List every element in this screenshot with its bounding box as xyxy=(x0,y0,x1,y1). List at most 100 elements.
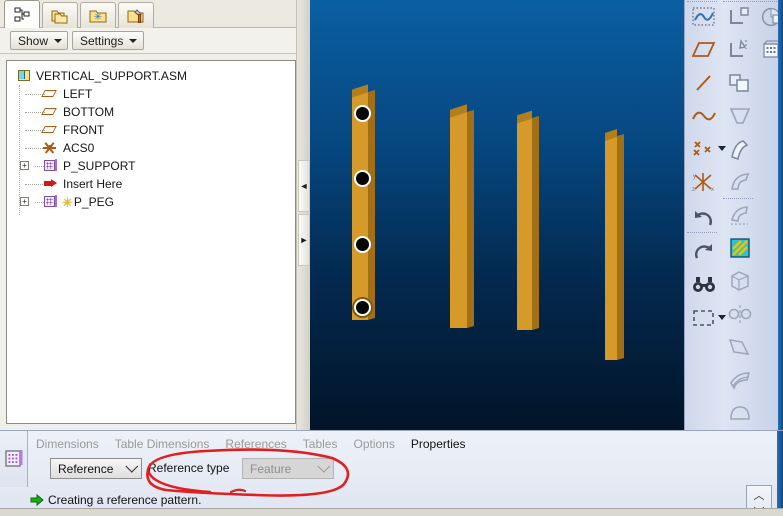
beam-face xyxy=(517,118,532,330)
beam-third[interactable] xyxy=(517,110,539,330)
coordinate-system-icon xyxy=(43,141,58,155)
show-button[interactable]: Show xyxy=(10,31,68,50)
tree-item-assembly[interactable]: VERTICAL_SUPPORT.ASM xyxy=(13,67,295,85)
beam-side xyxy=(467,109,474,328)
hole-icon[interactable] xyxy=(723,132,756,165)
peg-4[interactable] xyxy=(354,299,371,316)
coordinate-system-icon[interactable]: y z x xyxy=(687,165,720,198)
tree-item-label: ACS0 xyxy=(63,141,95,155)
beam-second[interactable] xyxy=(450,104,474,328)
tree-item-insert-here[interactable]: Insert Here xyxy=(13,175,295,193)
show-label: Show xyxy=(18,33,49,48)
tab-tables[interactable]: Tables xyxy=(303,437,338,451)
chamfer-icon[interactable] xyxy=(723,198,756,231)
chevron-down-icon xyxy=(129,38,138,43)
beam-side xyxy=(532,115,539,330)
blend-icon[interactable] xyxy=(723,99,756,132)
datum-plane-icon[interactable] xyxy=(687,33,720,66)
tab-properties[interactable]: Properties xyxy=(411,437,466,451)
datum-tool-column: y z x xyxy=(687,0,726,334)
expand-toggle[interactable]: + xyxy=(20,197,29,206)
svg-text:y: y xyxy=(693,174,696,180)
tree-item-left[interactable]: LEFT xyxy=(13,85,295,103)
peg-1[interactable] xyxy=(354,105,371,122)
assembly-icon xyxy=(17,69,32,83)
toolbar-divider xyxy=(687,1,717,2)
datum-axis-icon[interactable] xyxy=(687,66,720,99)
graphics-viewport[interactable] xyxy=(310,0,684,430)
tab-dimensions[interactable]: Dimensions xyxy=(36,437,99,451)
tree-item-label: P_PEG xyxy=(73,195,114,209)
spinner-up-button[interactable]: ︿ xyxy=(754,487,765,503)
tree-item-label: FRONT xyxy=(63,123,105,137)
tree-item-bottom[interactable]: BOTTOM xyxy=(13,103,295,121)
round-icon[interactable] xyxy=(723,165,756,198)
datum-point-icon[interactable] xyxy=(687,132,726,165)
pattern-icon[interactable] xyxy=(723,231,756,264)
svg-text:z: z xyxy=(692,187,695,193)
beam-face xyxy=(352,92,368,320)
viewport-scrollbar[interactable] xyxy=(778,0,783,430)
tree-item-label: BOTTOM xyxy=(63,105,115,119)
rib-icon[interactable] xyxy=(723,363,756,396)
favorites-tab[interactable]: ✳ xyxy=(80,2,116,28)
model-tree[interactable]: VERTICAL_SUPPORT.ASM LEFT BOTTOM FRONT A… xyxy=(6,60,296,424)
mirror-icon[interactable] xyxy=(723,297,756,330)
model-tree-icon xyxy=(14,7,30,21)
part-icon xyxy=(43,195,58,209)
expand-toggle[interactable]: + xyxy=(20,161,29,170)
dashboard-tab-strip: Dimensions Table Dimensions References T… xyxy=(36,435,466,453)
dashboard-feature-icon-cell xyxy=(0,431,28,487)
extrude-icon[interactable] xyxy=(723,0,756,33)
panel-tab-strip: ✳ xyxy=(0,0,310,28)
tab-references[interactable]: References xyxy=(225,437,286,451)
redo-icon[interactable] xyxy=(687,235,720,268)
toolbar-divider xyxy=(687,232,717,233)
settings-label: Settings xyxy=(80,33,124,48)
folder-browser-tab[interactable] xyxy=(42,2,78,28)
reference-type-value: Feature xyxy=(250,461,292,476)
collapse-left-button[interactable]: ◄ xyxy=(298,160,310,212)
shell-icon[interactable] xyxy=(723,264,756,297)
sweep-icon[interactable] xyxy=(723,66,756,99)
peg-2[interactable] xyxy=(354,170,371,187)
beam-patterned[interactable] xyxy=(352,84,375,320)
dome-icon[interactable] xyxy=(723,396,756,429)
chevron-down-icon xyxy=(125,460,139,473)
pattern-type-select[interactable]: Reference xyxy=(50,458,142,479)
datum-curve-icon[interactable] xyxy=(687,99,720,132)
tree-guide-line xyxy=(25,184,45,185)
panel-toolbar: Show Settings xyxy=(0,28,310,54)
reference-type-label: Reference type xyxy=(148,461,230,475)
tree-item-p-peg[interactable]: + ✳ P_PEG xyxy=(13,193,295,211)
find-icon[interactable] xyxy=(687,268,720,301)
beam-face xyxy=(605,136,617,360)
tree-guide-line xyxy=(25,148,45,149)
tree-item-acs0[interactable]: ACS0 xyxy=(13,139,295,157)
pattern-marker-icon: ✳ xyxy=(62,194,73,210)
folder-star-icon: ✳ xyxy=(89,10,107,23)
model-tree-tab[interactable] xyxy=(4,0,40,28)
svg-text:x: x xyxy=(711,187,714,193)
tab-options[interactable]: Options xyxy=(353,437,394,451)
toolbar-divider xyxy=(723,198,753,199)
panel-splitter[interactable]: ◄ ► xyxy=(296,0,310,430)
beam-fourth[interactable] xyxy=(605,129,624,360)
tab-table-dimensions[interactable]: Table Dimensions xyxy=(115,437,210,451)
beam-side xyxy=(368,89,375,320)
sketch-curve-icon[interactable] xyxy=(687,0,720,33)
collapse-right-button[interactable]: ► xyxy=(298,214,310,266)
draft-icon[interactable] xyxy=(723,330,756,363)
folder-hammer-icon xyxy=(127,8,144,23)
reference-type-select: Feature xyxy=(242,458,334,479)
beam-side xyxy=(617,133,624,360)
tree-item-label: LEFT xyxy=(63,87,93,101)
peg-3[interactable] xyxy=(354,236,371,253)
selection-box-icon[interactable] xyxy=(687,301,726,334)
tree-item-p-support[interactable]: + P_SUPPORT xyxy=(13,157,295,175)
tools-tab[interactable] xyxy=(118,2,154,28)
tree-item-front[interactable]: FRONT xyxy=(13,121,295,139)
settings-button[interactable]: Settings xyxy=(72,31,144,50)
undo-icon[interactable] xyxy=(687,202,720,235)
revolve-icon[interactable] xyxy=(723,33,756,66)
